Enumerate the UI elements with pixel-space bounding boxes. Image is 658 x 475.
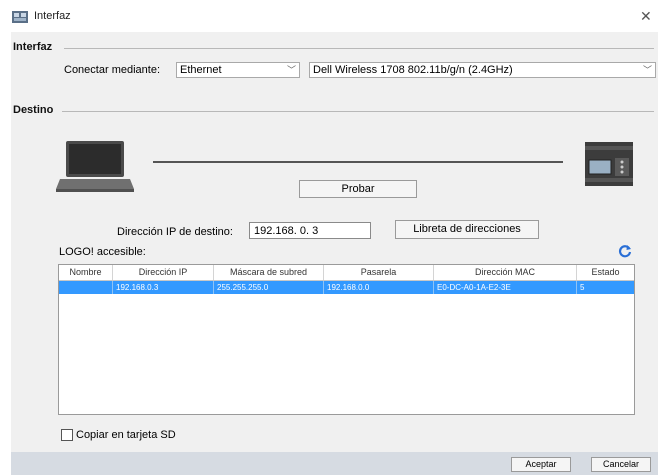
column-header[interactable]: Dirección IP bbox=[113, 265, 214, 280]
accessible-label: LOGO! accesible: bbox=[59, 246, 146, 258]
cell-mac: E0-DC-A0-1A-E2-3E bbox=[434, 281, 577, 294]
test-button[interactable]: Probar bbox=[299, 180, 417, 198]
cell-name bbox=[59, 281, 113, 294]
table-row[interactable]: 192.168.0.3 255.255.255.0 192.168.0.0 E0… bbox=[59, 281, 634, 294]
column-header[interactable]: Dirección MAC bbox=[434, 265, 577, 280]
title-bar: Interfaz ✕ bbox=[0, 0, 658, 32]
cell-ip: 192.168.0.3 bbox=[113, 281, 214, 294]
column-header[interactable]: Estado bbox=[577, 265, 634, 280]
window-title: Interfaz bbox=[34, 10, 71, 22]
cancel-button[interactable]: Cancelar bbox=[591, 457, 651, 472]
sd-card-checkbox[interactable] bbox=[61, 429, 73, 441]
destination-section-label: Destino bbox=[13, 104, 54, 116]
refresh-icon[interactable] bbox=[618, 244, 632, 261]
ip-label: Dirección IP de destino: bbox=[117, 226, 233, 238]
table-header: Nombre Dirección IP Máscara de subred Pa… bbox=[59, 265, 634, 281]
cell-gateway: 192.168.0.0 bbox=[324, 281, 434, 294]
address-book-button[interactable]: Libreta de direcciones bbox=[395, 220, 539, 239]
connection-line bbox=[153, 161, 563, 163]
connect-label: Conectar mediante: bbox=[64, 64, 160, 76]
interface-section-label: Interfaz bbox=[13, 41, 53, 53]
interface-separator bbox=[64, 48, 654, 49]
adapter-combo-value: Dell Wireless 1708 802.11b/g/n (2.4GHz) bbox=[313, 64, 513, 76]
destination-separator bbox=[62, 111, 654, 112]
app-icon bbox=[12, 11, 28, 23]
cell-subnet-mask: 255.255.255.0 bbox=[214, 281, 324, 294]
column-header[interactable]: Nombre bbox=[59, 265, 113, 280]
connect-combo[interactable]: Ethernet ﹀ bbox=[176, 62, 300, 78]
column-header[interactable]: Máscara de subred bbox=[214, 265, 324, 280]
cell-status: 5 bbox=[580, 283, 585, 292]
logo-device-icon bbox=[585, 140, 633, 191]
device-table: Nombre Dirección IP Máscara de subred Pa… bbox=[58, 264, 635, 415]
chevron-down-icon: ﹀ bbox=[642, 65, 652, 75]
connect-combo-value: Ethernet bbox=[180, 64, 222, 76]
chevron-down-icon: ﹀ bbox=[286, 65, 296, 75]
adapter-combo[interactable]: Dell Wireless 1708 802.11b/g/n (2.4GHz) … bbox=[309, 62, 656, 78]
close-icon[interactable]: ✕ bbox=[640, 8, 652, 25]
sd-card-label: Copiar en tarjeta SD bbox=[76, 429, 176, 441]
ip-input[interactable] bbox=[249, 222, 371, 239]
accept-button[interactable]: Aceptar bbox=[511, 457, 571, 472]
laptop-icon bbox=[56, 141, 134, 196]
column-header[interactable]: Pasarela bbox=[324, 265, 434, 280]
